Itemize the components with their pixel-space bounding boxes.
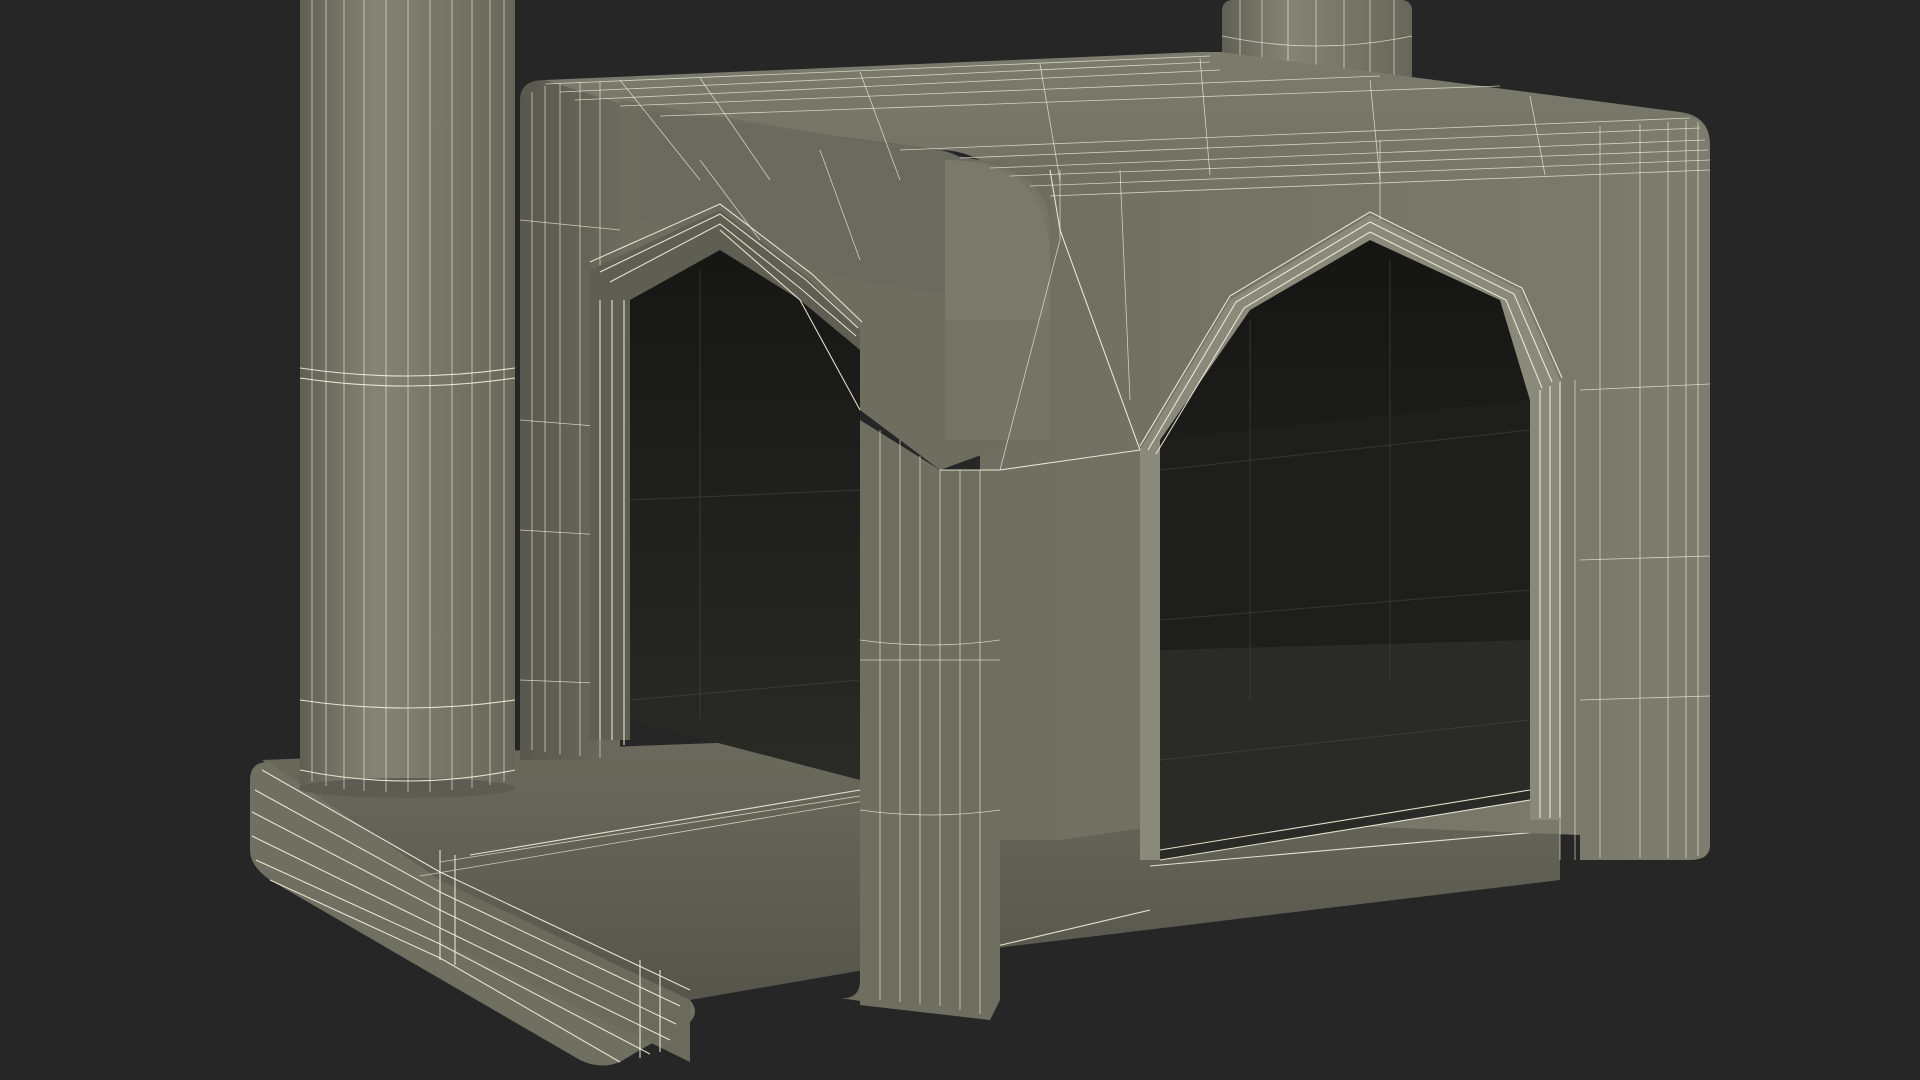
wireframe-render bbox=[250, 0, 1711, 1066]
left-post bbox=[299, 0, 516, 798]
render-viewport bbox=[0, 0, 1920, 1080]
